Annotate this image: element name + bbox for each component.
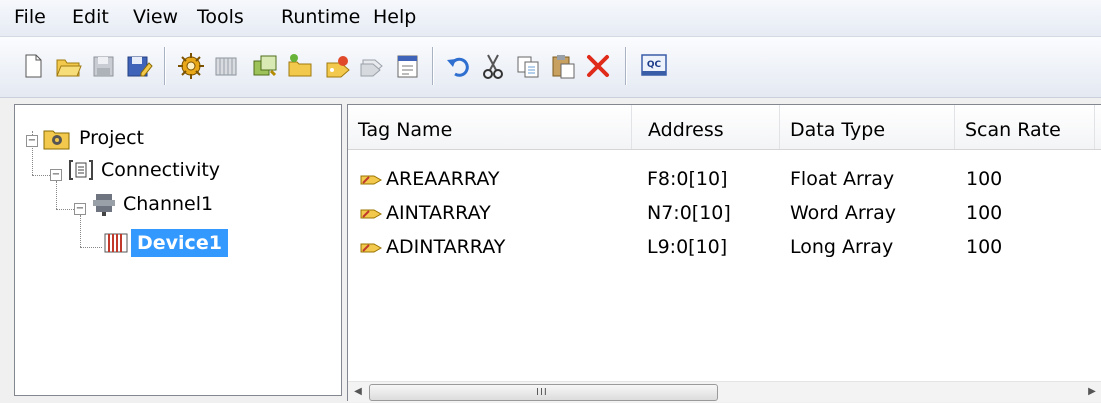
scrollbar-grip: III [536,387,548,398]
save-icon[interactable] [88,51,118,81]
menu-runtime[interactable]: Runtime [281,6,360,28]
paste-icon[interactable] [548,51,578,81]
project-tree[interactable]: − Project − Connectivity − Channel1 Devi… [14,104,342,396]
column-header-tag-name[interactable]: Tag Name [348,105,632,149]
toolbar-separator [625,47,626,85]
toolbar-separator [164,47,165,85]
horizontal-scrollbar[interactable]: ◀ III ▶ [348,381,1101,402]
column-header-data-type[interactable]: Data Type [780,105,955,149]
tree-line [56,209,76,210]
tag-name-cell: AREAARRAY [360,163,500,195]
channel-icon [93,194,115,216]
cut-icon[interactable] [478,51,508,81]
scrollbar-thumb[interactable]: III [369,384,718,401]
menu-view[interactable]: View [133,6,178,28]
data-type-cell: Float Array [790,168,895,190]
tree-node-device[interactable]: Device1 [103,229,228,257]
tree-line [80,247,102,248]
scroll-left-icon[interactable]: ◀ [348,382,368,402]
tag-name-cell: ADINTARRAY [360,231,505,263]
delete-icon[interactable] [583,51,613,81]
tree-label-project: Project [79,127,145,149]
properties-icon[interactable] [393,51,423,81]
tree-node-project[interactable]: Project [43,125,144,151]
new-channel-icon[interactable] [176,51,206,81]
scroll-right-icon[interactable]: ▶ [1082,382,1101,402]
list-header: Tag Name Address Data Type Scan Rate [348,105,1101,150]
open-icon[interactable] [53,51,83,81]
tree-line [80,215,81,247]
collapse-connectivity-button[interactable]: − [50,169,62,181]
menu-bar: File Edit View Tools Runtime Help [0,0,1101,37]
tag-name-cell: AINTARRAY [360,197,491,229]
copy-icon[interactable] [513,51,543,81]
address-cell: N7:0[10] [647,202,731,224]
table-row[interactable]: AREAARRAY F8:0[10] Float Array 100 [348,163,1101,195]
tag-icon [360,175,382,184]
device-icon [104,233,128,253]
collapse-channel-button[interactable]: − [74,203,86,215]
column-header-scan-rate[interactable]: Scan Rate [955,105,1095,149]
undo-icon[interactable] [443,51,473,81]
tree-label-channel: Channel1 [123,193,214,215]
tree-line [56,181,57,209]
scan-rate-cell: 100 [966,168,1003,190]
menu-edit[interactable]: Edit [72,6,109,28]
new-icon[interactable] [18,51,48,81]
menu-tools[interactable]: Tools [197,6,244,28]
tree-line [32,175,52,176]
toolbar-separator [432,47,433,85]
menu-file[interactable]: File [14,6,46,28]
address-cell: F8:0[10] [647,168,728,190]
bulk-tags-icon[interactable] [358,51,388,81]
scan-rate-cell: 100 [966,236,1003,258]
table-row[interactable]: AINTARRAY N7:0[10] Word Array 100 [348,197,1101,229]
duplicate-icon[interactable] [250,51,280,81]
new-tag-group-icon[interactable] [285,51,315,81]
address-cell: L9:0[10] [647,236,728,258]
tree-node-channel[interactable]: Channel1 [91,191,213,217]
data-type-cell: Long Array [790,236,894,258]
save-as-icon[interactable] [123,51,153,81]
connectivity-icon [69,160,93,180]
tree-node-connectivity[interactable]: Connectivity [67,157,220,183]
scan-rate-cell: 100 [966,202,1003,224]
data-type-cell: Word Array [790,202,897,224]
menu-help[interactable]: Help [373,6,416,28]
tag-list[interactable]: Tag Name Address Data Type Scan Rate ARE… [347,104,1101,402]
collapse-project-button[interactable]: − [26,135,38,147]
table-row[interactable]: ADINTARRAY L9:0[10] Long Array 100 [348,231,1101,263]
project-folder-icon [43,130,70,150]
tag-icon [360,243,382,252]
column-header-address[interactable]: Address [638,105,780,149]
quick-client-label: QC [647,60,662,70]
tag-icon [360,209,382,218]
tree-label-connectivity: Connectivity [101,159,221,181]
new-tag-icon[interactable] [323,51,353,81]
toolbar: QC [0,37,1101,98]
tree-label-device: Device1 [131,229,228,257]
new-device-icon[interactable] [211,51,241,81]
quick-client-icon[interactable]: QC [639,51,669,81]
